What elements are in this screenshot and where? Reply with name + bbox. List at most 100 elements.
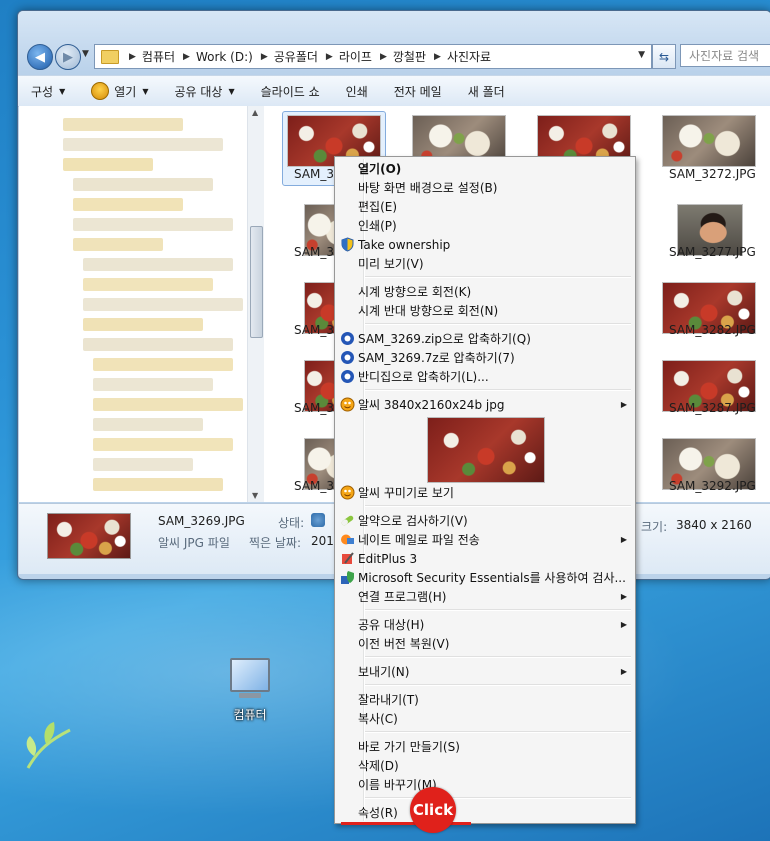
- chevron-right-icon[interactable]: ▶: [261, 52, 268, 62]
- chevron-right-icon[interactable]: ▶: [129, 52, 136, 62]
- file-label[interactable]: SAM_3277.JPG: [669, 245, 756, 259]
- breadcrumb-computer[interactable]: 컴퓨터: [142, 48, 175, 65]
- print-button[interactable]: 인쇄: [333, 83, 381, 100]
- menu-item-properties[interactable]: 속성(R): [337, 803, 633, 822]
- menu-item-send-to[interactable]: 보내기(N) ▶: [337, 662, 633, 681]
- address-row: ◀ ▶ ▼ ▶ 컴퓨터 ▶ Work (D:) ▶ 공유폴더 ▶ 라이프 ▶ 깡…: [18, 11, 770, 75]
- menu-item-rotate-clockwise[interactable]: 시계 방향으로 회전(K): [337, 282, 633, 301]
- menu-item-restore-previous[interactable]: 이전 버전 복원(V): [337, 634, 633, 653]
- chevron-right-icon[interactable]: ▶: [183, 52, 190, 62]
- blurred-tree-item: [93, 478, 223, 491]
- menu-item-label: SAM_3269.7z로 압축하기(7): [358, 351, 515, 365]
- menu-item-open-with[interactable]: 연결 프로그램(H) ▶: [337, 587, 633, 606]
- menu-item-rename[interactable]: 이름 바꾸기(M): [337, 775, 633, 794]
- menu-item-take-ownership[interactable]: Take ownership: [337, 235, 633, 254]
- blurred-tree-item: [93, 358, 233, 371]
- blurred-tree-item: [83, 298, 243, 311]
- menu-item-label: 바탕 화면 배경으로 설정(B): [358, 181, 498, 195]
- menu-item-edit[interactable]: 편집(E): [337, 197, 633, 216]
- submenu-arrow-icon: ▶: [620, 400, 627, 409]
- menu-item-editplus[interactable]: EditPlus 3: [337, 549, 633, 568]
- submenu-arrow-icon: ▶: [620, 535, 627, 544]
- open-button[interactable]: 열기 ▼: [78, 82, 161, 100]
- chevron-down-icon: ▼: [228, 86, 235, 96]
- chevron-right-icon[interactable]: ▶: [434, 52, 441, 62]
- menu-item-label: 시계 반대 방향으로 회전(N): [358, 304, 499, 318]
- uac-shield-icon: [341, 237, 354, 252]
- share-label: 공유 대상: [174, 84, 223, 99]
- security-essentials-icon: [341, 571, 354, 584]
- menu-item-alsee-info[interactable]: 알씨 3840x2160x24b jpg ▶: [337, 395, 633, 414]
- desktop-computer-shortcut[interactable]: 컴퓨터: [222, 658, 278, 723]
- breadcrumb-life[interactable]: 라이프: [339, 48, 372, 65]
- menu-separator: [365, 731, 631, 733]
- menu-item-compress-zip[interactable]: SAM_3269.zip으로 압축하기(Q): [337, 329, 633, 348]
- chevron-right-icon[interactable]: ▶: [380, 52, 387, 62]
- click-annotation-badge: Click: [410, 787, 456, 833]
- nate-mail-icon: [341, 534, 354, 545]
- menu-item-label: 편집(E): [358, 200, 398, 214]
- blurred-tree-item: [83, 318, 203, 331]
- file-label[interactable]: SAM_3272.JPG: [669, 167, 756, 181]
- breadcrumb-shared[interactable]: 공유폴더: [274, 48, 318, 65]
- organize-button[interactable]: 구성 ▼: [18, 83, 78, 100]
- recent-pages-dropdown-icon[interactable]: ▼: [82, 49, 89, 59]
- open-label: 열기: [114, 84, 137, 99]
- menu-item-share-with[interactable]: 공유 대상(H) ▶: [337, 615, 633, 634]
- new-folder-button[interactable]: 새 폴더: [455, 83, 518, 100]
- blurred-tree-item: [73, 238, 163, 251]
- slideshow-button[interactable]: 슬라이드 쇼: [248, 83, 333, 100]
- back-button[interactable]: ◀: [27, 44, 53, 70]
- scroll-up-icon[interactable]: ▲: [252, 108, 258, 117]
- scroll-thumb[interactable]: [250, 226, 263, 338]
- breadcrumb-photos[interactable]: 사진자료: [447, 48, 491, 65]
- blurred-tree-item: [93, 438, 233, 451]
- file-label[interactable]: SAM_3287.JPG: [669, 401, 756, 415]
- breadcrumb-drive[interactable]: Work (D:): [196, 50, 253, 64]
- menu-item-cut[interactable]: 잘라내기(T): [337, 690, 633, 709]
- menu-separator: [365, 389, 631, 391]
- menu-image-preview: [427, 417, 545, 483]
- search-input[interactable]: 사진자료 검색: [680, 44, 770, 67]
- chevron-right-icon[interactable]: ▶: [326, 52, 333, 62]
- chevron-down-icon: ▼: [142, 86, 149, 96]
- menu-item-security-essentials[interactable]: Microsoft Security Essentials를 사용하여 검사..…: [337, 568, 633, 587]
- menu-item-alyac-scan[interactable]: 알약으로 검사하기(V): [337, 511, 633, 530]
- menu-item-delete[interactable]: 삭제(D): [337, 756, 633, 775]
- address-bar[interactable]: ▶ 컴퓨터 ▶ Work (D:) ▶ 공유폴더 ▶ 라이프 ▶ 깡철판 ▶ 사…: [94, 44, 652, 69]
- file-label[interactable]: SAM_3282.JPG: [669, 323, 756, 337]
- menu-item-copy[interactable]: 복사(C): [337, 709, 633, 728]
- navigation-pane[interactable]: [19, 106, 260, 502]
- menu-item-label: 복사(C): [358, 712, 398, 726]
- refresh-button[interactable]: ⇆: [652, 44, 676, 69]
- address-dropdown-icon[interactable]: ▼: [638, 50, 645, 60]
- scroll-down-icon[interactable]: ▼: [252, 491, 258, 500]
- breadcrumb-restaurant[interactable]: 깡철판: [393, 48, 426, 65]
- blurred-tree-item: [73, 178, 213, 191]
- menu-item-preview[interactable]: 미리 보기(V): [337, 254, 633, 273]
- forward-button[interactable]: ▶: [55, 44, 81, 70]
- details-filetype: 알씨 JPG 파일: [158, 536, 230, 550]
- menu-item-open[interactable]: 열기(O): [337, 159, 633, 178]
- menu-item-set-background[interactable]: 바탕 화면 배경으로 설정(B): [337, 178, 633, 197]
- folder-icon: [101, 49, 119, 64]
- share-button[interactable]: 공유 대상 ▼: [162, 83, 248, 100]
- menu-item-rotate-counterclockwise[interactable]: 시계 반대 방향으로 회전(N): [337, 301, 633, 320]
- menu-item-compress-bandizip[interactable]: 반디집으로 압축하기(L)...: [337, 367, 633, 386]
- menu-item-create-shortcut[interactable]: 바로 가기 만들기(S): [337, 737, 633, 756]
- menu-item-label: 삭제(D): [358, 759, 399, 773]
- file-label[interactable]: SAM_3292.JPG: [669, 479, 756, 493]
- menu-item-nate-mail[interactable]: 네이트 메일로 파일 전송 ▶: [337, 530, 633, 549]
- menu-item-print[interactable]: 인쇄(P): [337, 216, 633, 235]
- blurred-tree-item: [83, 338, 233, 351]
- menu-item-compress-7z[interactable]: SAM_3269.7z로 압축하기(7): [337, 348, 633, 367]
- details-size-label: 크기:: [641, 520, 668, 534]
- menu-separator: [365, 684, 631, 686]
- navigation-scrollbar[interactable]: ▲ ▼: [247, 106, 264, 502]
- menu-item-label: EditPlus 3: [358, 551, 418, 566]
- file-thumbnail[interactable]: [662, 115, 756, 167]
- menu-item-label: 열기(O): [358, 162, 402, 176]
- menu-item-label: 바로 가기 만들기(S): [358, 740, 460, 754]
- email-button[interactable]: 전자 메일: [381, 83, 455, 100]
- menu-item-alsee-decorate[interactable]: 알씨 꾸미기로 보기: [337, 483, 633, 502]
